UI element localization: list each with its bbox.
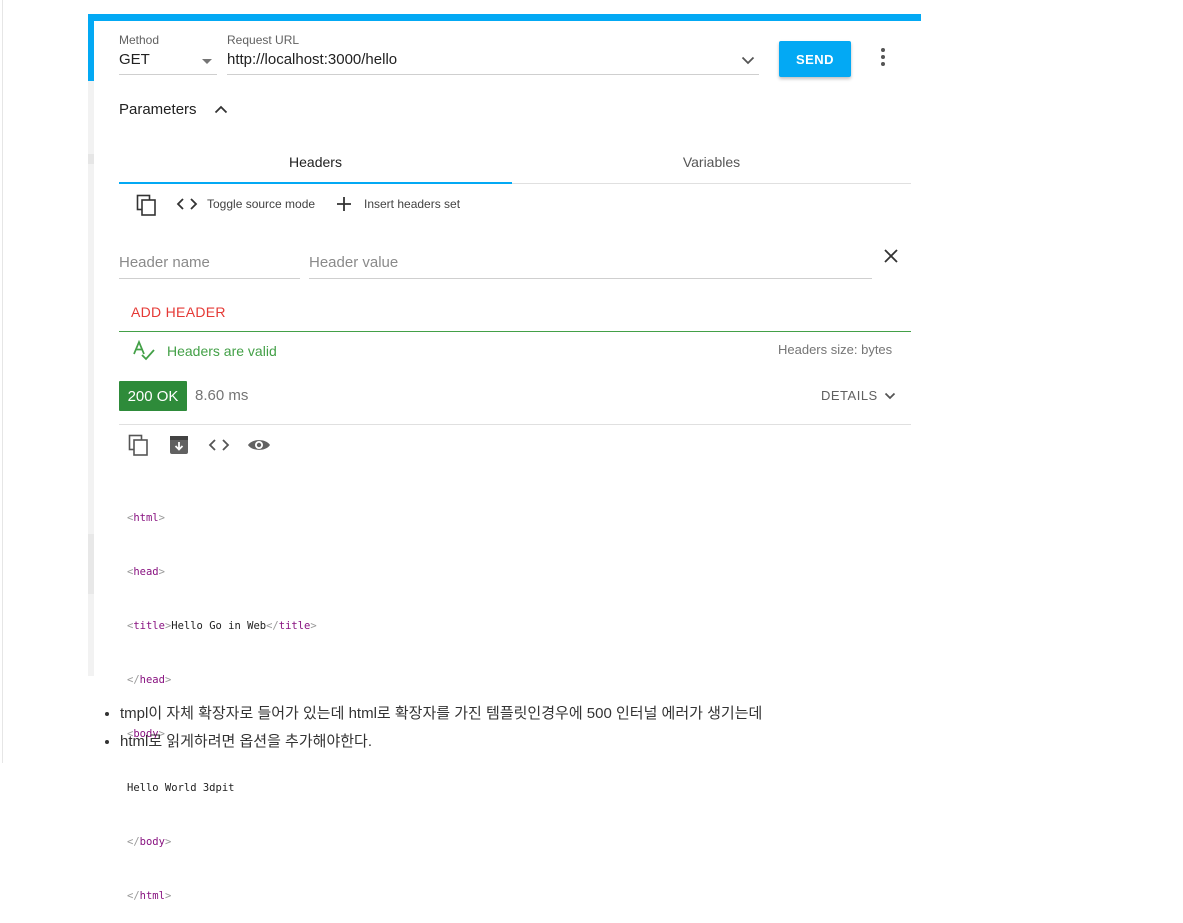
chevron-down-icon [884, 392, 895, 399]
tab-headers[interactable]: Headers [119, 140, 512, 184]
panel-left-accent [88, 21, 94, 81]
eye-icon[interactable] [247, 437, 271, 453]
tab-variables-label: Variables [682, 154, 741, 170]
send-button[interactable]: SEND [779, 41, 851, 77]
save-response-icon[interactable] [169, 435, 189, 455]
url-input[interactable]: http://localhost:3000/hello [227, 51, 759, 75]
panel-top-accent [88, 14, 921, 21]
url-underline [227, 74, 759, 75]
valid-divider [119, 331, 911, 332]
toggle-source-label: Toggle source mode [207, 197, 316, 211]
header-value-input[interactable]: Header value [309, 254, 872, 279]
tab-headers-label: Headers [289, 154, 342, 170]
panel-left-mark-2 [88, 534, 94, 594]
header-name-input[interactable]: Header name [119, 254, 300, 279]
more-options-icon[interactable] [878, 48, 888, 70]
caret-down-icon [202, 59, 212, 64]
insert-headers-label: Insert headers set [364, 197, 461, 211]
close-icon[interactable] [883, 248, 899, 264]
details-button[interactable]: DETAILS [821, 388, 896, 403]
list-item: tmpl이 자체 확장자로 들어가 있는데 html로 확장자를 가진 템플릿인… [120, 700, 762, 728]
chevron-up-icon[interactable] [214, 105, 228, 114]
method-underline [119, 74, 217, 75]
page-left-border [2, 0, 3, 763]
header-value-placeholder: Header value [309, 254, 399, 271]
method-label: Method [119, 33, 160, 47]
tab-variables[interactable]: Variables [512, 140, 911, 184]
header-name-placeholder: Header name [119, 254, 210, 271]
add-header-button[interactable]: ADD HEADER [131, 304, 226, 320]
code-line-6: Hello World 3dpit [127, 782, 235, 794]
response-time: 8.60 ms [195, 387, 249, 404]
url-value: http://localhost:3000/hello [227, 51, 398, 68]
code-line-7: </body> [127, 836, 172, 848]
toggle-source-button[interactable]: Toggle source mode [176, 194, 315, 214]
panel-left-mark [88, 154, 94, 164]
code-icon [176, 198, 198, 210]
spellcheck-icon [133, 340, 155, 361]
code-view-icon[interactable] [208, 438, 230, 452]
response-body: <html> <head> <title>Hello Go in Web</ti… [127, 473, 317, 923]
details-label: DETAILS [821, 388, 878, 403]
code-line-8: </html> [127, 890, 172, 902]
header-name-underline [119, 278, 300, 279]
copy-response-icon[interactable] [128, 434, 150, 456]
tab-active-indicator [119, 182, 512, 184]
headers-size: Headers size: bytes [778, 342, 893, 357]
code-line-4: </head> [127, 674, 172, 686]
headers-valid-message: Headers are valid [167, 343, 277, 359]
method-select[interactable]: GET [119, 51, 217, 75]
list-item: html로 읽게하려면 옵션을 추가해야한다. [120, 728, 762, 756]
status-badge: 200 OK [119, 381, 187, 411]
plus-icon [337, 197, 351, 211]
parameters-title: Parameters [119, 101, 197, 118]
url-label: Request URL [227, 33, 300, 47]
method-value: GET [119, 51, 150, 68]
notes-list: tmpl이 자체 확장자로 들어가 있는데 html로 확장자를 가진 템플릿인… [100, 700, 762, 756]
copy-icon[interactable] [136, 194, 158, 216]
chevron-down-icon[interactable] [741, 56, 755, 65]
header-value-underline [309, 278, 872, 279]
code-line-2: <head> [127, 566, 165, 578]
code-line-3: <title>Hello Go in Web</title> [127, 620, 317, 632]
insert-headers-button[interactable]: Insert headers set [335, 194, 460, 214]
code-line-1: <html> [127, 512, 165, 524]
response-divider [119, 424, 911, 425]
